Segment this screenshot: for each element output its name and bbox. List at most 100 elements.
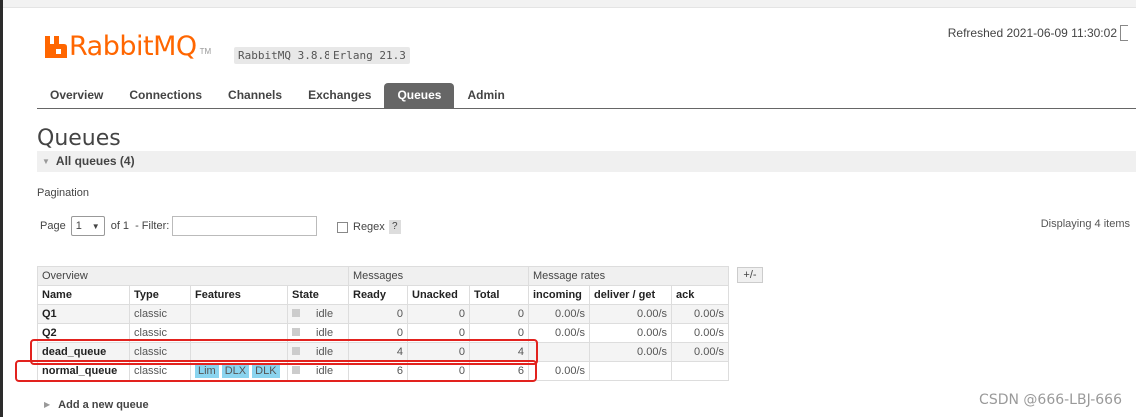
col-ack[interactable]: ack [671,285,729,305]
col-name[interactable]: Name [37,285,130,305]
queue-ack: 0.00/s [671,304,729,324]
all-queues-section-toggle[interactable]: ▼ All queues (4) [37,151,1136,172]
state-idle-icon [292,309,300,317]
table-row[interactable]: Q2 classic idle 0 0 0 0.00/s 0.00/s 0.00… [37,323,729,343]
refreshed-text: Refreshed 2021-06-09 11:30:02 [947,26,1117,40]
logo-text: RabbitMQ [69,31,197,62]
erlang-version-badge: Erlang 21.3 [329,47,410,64]
queue-incoming: 0.00/s [528,323,590,343]
filter-label: - Filter: [135,220,170,232]
rabbit-logo-icon [45,36,67,58]
add-queue-toggle[interactable]: ▶ Add a new queue [44,399,149,411]
queue-features: Lim DLX DLK [190,361,288,381]
rabbitmq-version-badge: RabbitMQ 3.8.8 [234,47,335,64]
regex-help-button[interactable]: ? [388,220,401,234]
table-row[interactable]: Q1 classic idle 0 0 0 0.00/s 0.00/s 0.00… [37,304,729,324]
queue-type: classic [129,361,191,381]
table-row[interactable]: dead_queue classic idle 4 0 4 0.00/s 0.0… [37,342,729,362]
queue-name-link[interactable]: Q1 [37,304,130,324]
browser-top-strip [0,0,1136,8]
queue-ack [671,361,729,381]
queue-deliver-get: 0.00/s [589,304,672,324]
queue-ready: 6 [348,361,408,381]
state-idle-icon [292,328,300,336]
group-overview: Overview [37,266,349,286]
queue-state-label: idle [316,346,334,358]
tab-connections[interactable]: Connections [116,83,215,108]
queue-deliver-get: 0.00/s [589,342,672,362]
regex-option: Regex ? [337,220,401,234]
page-title: Queues [37,126,121,151]
tab-admin[interactable]: Admin [454,83,517,108]
logo-trademark: TM [199,47,212,56]
col-ready[interactable]: Ready [348,285,408,305]
left-window-edge [0,0,3,417]
queue-name-link[interactable]: normal_queue [37,361,130,381]
add-queue-label: Add a new queue [58,399,149,411]
rabbitmq-logo[interactable]: RabbitMQ TM [45,30,211,62]
queue-deliver-get [589,361,672,381]
queue-state: idle [287,304,349,324]
queue-incoming: 0.00/s [528,304,590,324]
pagination-label: Pagination [37,187,89,199]
regex-label: Regex [353,221,385,233]
page-select-value: 1 [75,220,82,232]
table-group-header: Overview Messages Message rates [37,266,729,286]
queue-incoming [528,342,590,362]
queue-name-link[interactable]: dead_queue [37,342,130,362]
refresh-interval-select[interactable] [1120,25,1128,41]
col-state[interactable]: State [287,285,349,305]
col-type[interactable]: Type [129,285,191,305]
filter-input[interactable] [172,216,318,236]
queue-ack: 0.00/s [671,342,729,362]
queue-unacked: 0 [407,342,470,362]
regex-checkbox[interactable] [337,221,348,233]
feature-tag-dlx[interactable]: DLX [221,364,250,378]
queue-name-link[interactable]: Q2 [37,323,130,343]
tab-exchanges[interactable]: Exchanges [295,83,384,108]
queue-incoming: 0.00/s [528,361,590,381]
queue-state: idle [287,342,349,362]
queue-total: 4 [469,342,529,362]
queue-state: idle [287,323,349,343]
queue-type: classic [129,342,191,362]
queue-unacked: 0 [407,323,470,343]
tab-overview[interactable]: Overview [37,83,116,108]
queue-total: 0 [469,323,529,343]
queue-features [190,323,288,343]
page-label: Page [40,220,66,232]
tab-queues[interactable]: Queues [384,83,455,108]
displaying-count: Displaying 4 items [1040,218,1130,230]
col-incoming[interactable]: incoming [528,285,590,305]
queue-state-label: idle [316,308,334,320]
queue-unacked: 0 [407,361,470,381]
feature-tag-lim[interactable]: Lim [195,364,219,378]
col-deliver-get[interactable]: deliver / get [589,285,672,305]
queues-table: Overview Messages Message rates Name Typ… [37,266,729,381]
tab-channels[interactable]: Channels [215,83,295,108]
pager: Page 1 ▼ of 1 - Filter: [40,216,318,236]
feature-tag-dlk[interactable]: DLK [252,364,280,378]
col-features[interactable]: Features [190,285,288,305]
expand-triangle-icon: ▶ [44,400,51,409]
state-idle-icon [292,347,300,355]
queue-unacked: 0 [407,304,470,324]
queue-features [190,304,288,324]
page-select[interactable]: 1 ▼ [70,216,105,236]
queue-state-label: idle [316,365,334,377]
table-row[interactable]: normal_queue classic Lim DLX DLK idle 6 0 … [37,361,729,381]
refresh-status: Refreshed 2021-06-09 11:30:02 [948,25,1128,41]
queue-type: classic [129,323,191,343]
collapse-triangle-icon: ▼ [42,157,50,166]
table-column-header: Name Type Features State Ready Unacked T… [37,285,729,305]
queue-total: 0 [469,304,529,324]
col-unacked[interactable]: Unacked [407,285,470,305]
col-total[interactable]: Total [469,285,529,305]
queue-state-label: idle [316,327,334,339]
page-count-label: of 1 [110,220,130,232]
queue-deliver-get: 0.00/s [589,323,672,343]
section-title: All queues (4) [55,154,135,168]
state-idle-icon [292,366,300,374]
chevron-down-icon: ▼ [91,221,100,231]
column-options-button[interactable]: +/- [737,267,763,283]
